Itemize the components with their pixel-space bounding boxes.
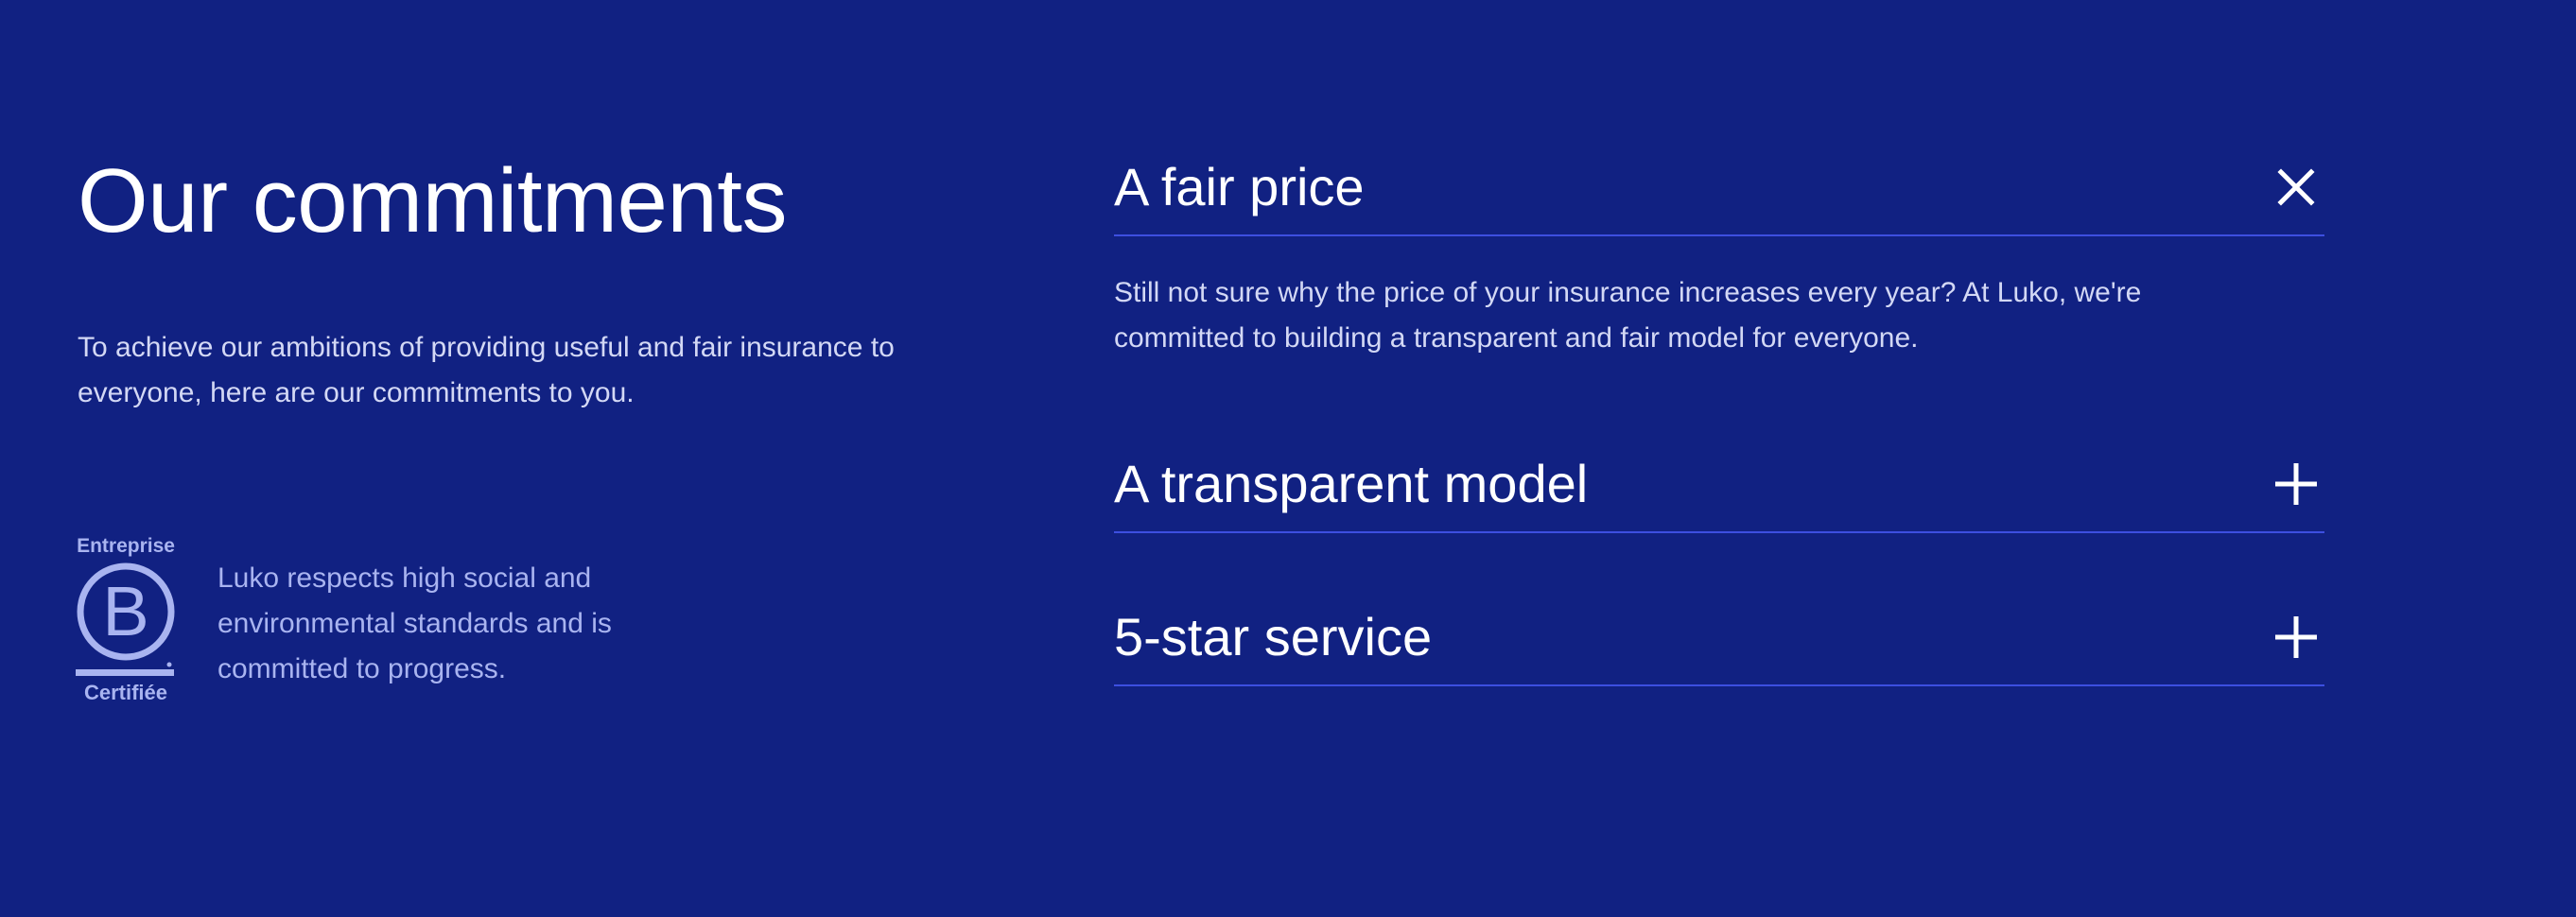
bcorp-logo-registered-mark <box>166 662 172 667</box>
bcorp-block: Entreprise B Certifiée Luko respects hig… <box>74 535 671 707</box>
section-title: Our commitments <box>78 150 787 251</box>
accordion-header-transparent-model[interactable]: A transparent model <box>1114 437 2324 533</box>
accordion-item-fair-price: A fair price Still not sure why the pric… <box>1114 140 2324 361</box>
bcorp-logo-letter: B <box>102 572 148 650</box>
accordion-header-five-star-service[interactable]: 5-star service <box>1114 590 2324 686</box>
bcorp-logo-bar <box>76 669 174 676</box>
bcorp-logo-top-text: Entreprise <box>77 535 175 557</box>
accordion-item-five-star-service: 5-star service <box>1114 590 2324 686</box>
bcorp-logo: Entreprise B Certifiée <box>76 535 175 704</box>
commitments-section: Our commitments To achieve our ambitions… <box>0 0 2576 917</box>
close-icon[interactable] <box>2273 164 2319 210</box>
plus-icon[interactable] <box>2273 461 2319 507</box>
accordion-body-fair-price: Still not sure why the price of your ins… <box>1114 277 2142 354</box>
accordion-title: A fair price <box>1114 157 1365 216</box>
plus-icon[interactable] <box>2273 614 2319 660</box>
accordion-title: 5-star service <box>1114 607 1433 666</box>
accordion-item-transparent-model: A transparent model <box>1114 437 2324 533</box>
bcorp-logo-bottom-text: Certifiée <box>84 681 167 704</box>
intro-text: To achieve our ambitions of providing us… <box>78 331 895 408</box>
commitments-intro: Our commitments To achieve our ambitions… <box>78 151 985 416</box>
accordion-title: A transparent model <box>1114 454 1589 513</box>
accordion-header-fair-price[interactable]: A fair price <box>1114 140 2324 236</box>
commitments-accordion: A fair price Still not sure why the pric… <box>1114 140 2324 743</box>
bcorp-description: Luko respects high social and environmen… <box>218 562 612 684</box>
